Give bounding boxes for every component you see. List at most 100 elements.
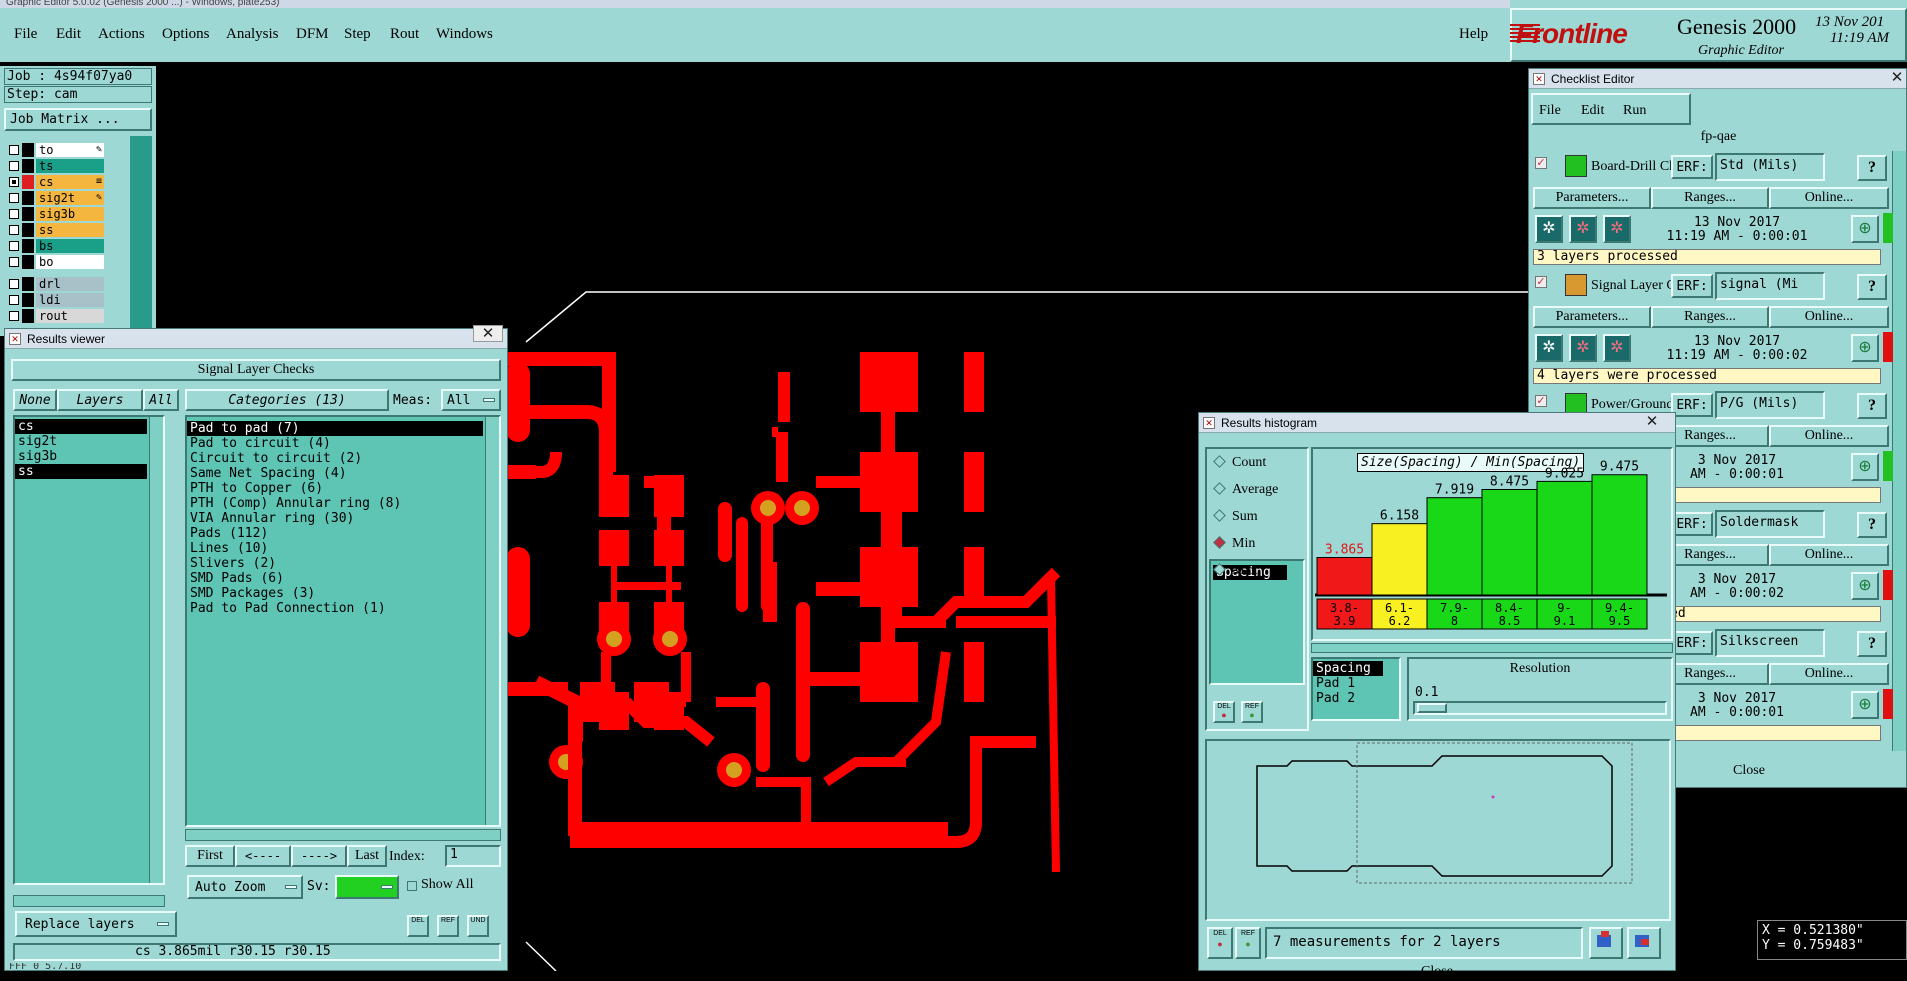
last-button[interactable]: Last bbox=[347, 845, 387, 867]
none-button[interactable]: None bbox=[13, 389, 57, 411]
radio-average[interactable]: Average bbox=[1213, 482, 1278, 498]
results-viewer-close-icon[interactable]: ✕ bbox=[473, 325, 503, 342]
resolution-slider[interactable] bbox=[1413, 701, 1667, 715]
result-layer-item[interactable]: cs bbox=[15, 419, 147, 434]
run-check-icon[interactable]: ✲ bbox=[1569, 334, 1597, 362]
layer-name[interactable]: bo bbox=[36, 255, 104, 269]
menu-step[interactable]: Step bbox=[344, 26, 371, 43]
run-check-icon[interactable]: ✲ bbox=[1535, 334, 1563, 362]
checklist-vscroll[interactable] bbox=[1892, 151, 1906, 751]
erf-value[interactable]: Std (Mils) bbox=[1715, 153, 1825, 181]
category-item[interactable]: Pads (112) bbox=[187, 526, 483, 541]
histogram-bar[interactable] bbox=[1316, 556, 1373, 596]
hist-ref2-icon[interactable]: REF ● bbox=[1235, 927, 1261, 959]
chart-hscroll[interactable] bbox=[1311, 643, 1673, 653]
auto-zoom-dropdown[interactable]: Auto Zoom bbox=[187, 875, 303, 899]
category-hscroll[interactable] bbox=[185, 829, 501, 841]
layer-row-sig3b[interactable]: sig3b bbox=[4, 207, 124, 221]
layer-name[interactable]: to ✎ bbox=[36, 143, 104, 157]
category-item[interactable]: Pad to Pad Connection (1) bbox=[187, 601, 483, 616]
checklist-close-icon[interactable]: ✕ bbox=[1882, 70, 1907, 87]
result-layer-item[interactable]: sig2t bbox=[15, 434, 147, 449]
online-button[interactable]: Online... bbox=[1769, 544, 1889, 566]
menu-edit[interactable]: Edit bbox=[56, 26, 81, 43]
layer-affected-swatch[interactable] bbox=[22, 309, 34, 323]
hist-del-icon[interactable]: DEL ● bbox=[1213, 701, 1235, 723]
help-button[interactable]: ? bbox=[1857, 393, 1887, 419]
category-item[interactable]: PTH (Comp) Annular ring (8) bbox=[187, 496, 483, 511]
layer-name[interactable]: cs ≡ bbox=[36, 175, 104, 189]
layer-row-bo[interactable]: bo bbox=[4, 255, 124, 269]
sub-item[interactable]: Pad 2 bbox=[1313, 691, 1383, 706]
erf-value[interactable]: Silkscreen bbox=[1715, 629, 1825, 657]
erf-value[interactable]: P/G (Mils) bbox=[1715, 391, 1825, 419]
histogram-bar[interactable] bbox=[1481, 488, 1538, 596]
ranges-button[interactable]: Ranges... bbox=[1651, 306, 1769, 328]
help-button[interactable]: ? bbox=[1857, 155, 1887, 181]
layer-affected-swatch[interactable] bbox=[22, 223, 34, 237]
show-all-checkbox[interactable] bbox=[407, 881, 417, 891]
replace-layers-dropdown[interactable]: Replace layers bbox=[15, 911, 177, 937]
histogram-close-button[interactable]: Close bbox=[1199, 963, 1675, 981]
layer-row-ss[interactable]: ss bbox=[4, 223, 124, 237]
histogram-titlebar[interactable]: ✕ Results histogram bbox=[1199, 413, 1675, 433]
menu-analysis[interactable]: Analysis bbox=[226, 26, 279, 43]
category-item[interactable]: VIA Annular ring (30) bbox=[187, 511, 483, 526]
zoom-result-icon[interactable]: ⊕ bbox=[1851, 572, 1879, 600]
layer-list-scroll[interactable] bbox=[130, 136, 152, 336]
menu-file[interactable]: File bbox=[14, 26, 37, 43]
layer-row-rout[interactable]: rout bbox=[4, 309, 124, 323]
menu-dfm[interactable]: DFM bbox=[296, 26, 329, 43]
category-item[interactable]: Same Net Spacing (4) bbox=[187, 466, 483, 481]
all-button[interactable]: All bbox=[143, 389, 179, 411]
zoom-fit-icon[interactable] bbox=[1589, 927, 1623, 959]
category-item[interactable]: SMD Pads (6) bbox=[187, 571, 483, 586]
layer-checkbox[interactable] bbox=[9, 225, 19, 235]
results-viewer-titlebar[interactable]: ✕ Results viewer bbox=[5, 329, 507, 349]
checklist-menu-edit[interactable]: Edit bbox=[1581, 103, 1604, 119]
zoom-result-icon[interactable]: ⊕ bbox=[1851, 334, 1879, 362]
sub-item[interactable]: Pad 1 bbox=[1313, 676, 1383, 691]
menu-windows[interactable]: Windows bbox=[436, 26, 493, 43]
layer-checkbox[interactable] bbox=[9, 161, 19, 171]
layer-name[interactable]: bs bbox=[36, 239, 104, 253]
layer-affected-swatch[interactable] bbox=[22, 143, 34, 157]
category-item[interactable]: Pad to pad (7) bbox=[187, 421, 483, 436]
prev-button[interactable]: <---- bbox=[235, 845, 291, 867]
menu-rout[interactable]: Rout bbox=[390, 26, 419, 43]
parameters-button[interactable]: Parameters... bbox=[1533, 187, 1651, 209]
category-item[interactable]: Circuit to circuit (2) bbox=[187, 451, 483, 466]
layer-row-ldi[interactable]: ldi bbox=[4, 293, 124, 307]
histogram-bar[interactable] bbox=[1426, 497, 1483, 596]
layer-name[interactable]: drl bbox=[36, 277, 104, 291]
layer-list-scrollbar[interactable] bbox=[149, 417, 163, 883]
category-list[interactable]: Pad to pad (7) Pad to circuit (4) Circuit … bbox=[185, 415, 501, 827]
online-button[interactable]: Online... bbox=[1769, 663, 1889, 685]
layer-checkbox[interactable] bbox=[9, 279, 19, 289]
result-layer-item[interactable]: sig3b bbox=[15, 449, 147, 464]
und-icon[interactable]: UND bbox=[467, 915, 489, 937]
layer-checkbox[interactable] bbox=[9, 241, 19, 251]
layer-checkbox[interactable] bbox=[9, 145, 19, 155]
layers-button[interactable]: Layers bbox=[57, 389, 143, 411]
layer-affected-swatch[interactable] bbox=[22, 191, 34, 205]
ranges-button[interactable]: Ranges... bbox=[1651, 187, 1769, 209]
job-matrix-button[interactable]: Job Matrix ... bbox=[4, 108, 152, 131]
menu-help[interactable]: Help bbox=[1459, 26, 1488, 43]
help-button[interactable]: ? bbox=[1857, 512, 1887, 538]
layer-affected-swatch[interactable] bbox=[22, 277, 34, 291]
layer-row-sig2t[interactable]: sig2t ✎ bbox=[4, 191, 124, 205]
help-button[interactable]: ? bbox=[1857, 631, 1887, 657]
layer-checkbox[interactable] bbox=[9, 193, 19, 203]
layer-hscroll[interactable] bbox=[13, 895, 165, 907]
histogram-bar[interactable] bbox=[1591, 474, 1648, 596]
parameters-button[interactable]: Parameters... bbox=[1533, 306, 1651, 328]
layer-row-cs[interactable]: cs ≡ bbox=[4, 175, 124, 189]
ref-icon[interactable]: REF bbox=[437, 915, 459, 937]
check-enabled-checkbox[interactable]: ✓ bbox=[1535, 276, 1547, 288]
layer-checkbox[interactable] bbox=[9, 177, 19, 187]
zoom-result-icon[interactable]: ⊕ bbox=[1851, 691, 1879, 719]
erf-value[interactable]: signal (Mi bbox=[1715, 272, 1825, 300]
zoom-result-icon[interactable]: ⊕ bbox=[1851, 453, 1879, 481]
hist-ref-icon[interactable]: REF ● bbox=[1241, 701, 1263, 723]
